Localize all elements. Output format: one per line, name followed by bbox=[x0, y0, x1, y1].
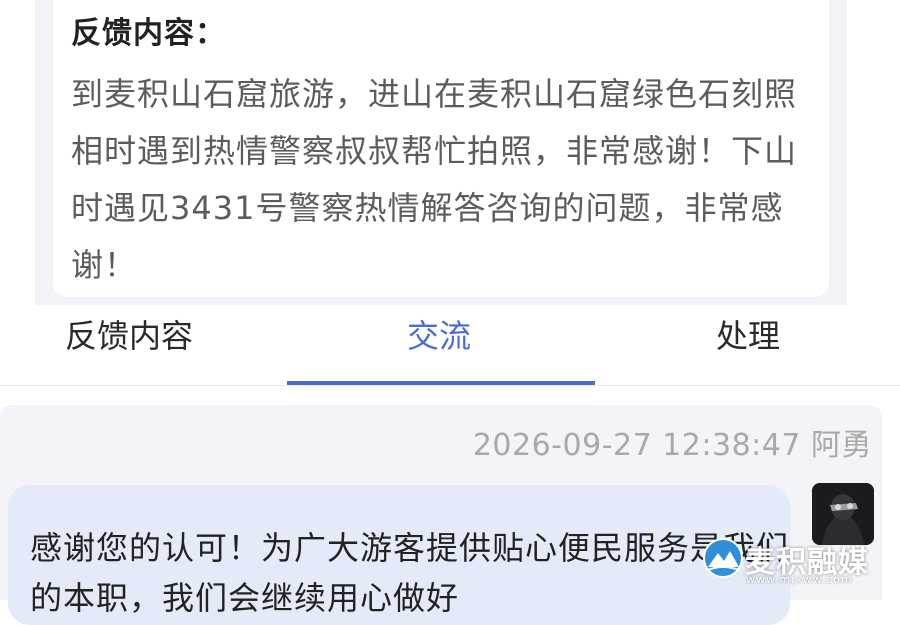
chat-author: 阿勇 bbox=[811, 428, 872, 463]
chat-message-text: 感谢您的认可！为广大游客提供贴心便民服务是我们的本职，我们会继续用心做好 bbox=[30, 529, 790, 617]
feedback-card: 反馈内容： 到麦积山石窟旅游，进山在麦积山石窟绿色石刻照相时遇到热情警察叔叔帮忙… bbox=[53, 0, 829, 297]
watermark-url: www.mjxww.com bbox=[746, 573, 853, 586]
feedback-card-container: 反馈内容： 到麦积山石窟旅游，进山在麦积山石窟绿色石刻照相时遇到热情警察叔叔帮忙… bbox=[35, 0, 847, 305]
chat-meta: 2026-09-27 12:38:47 阿勇 bbox=[473, 420, 872, 464]
tab-feedback-content[interactable]: 反馈内容 bbox=[65, 311, 193, 357]
watermark-logo-icon bbox=[703, 538, 743, 578]
feedback-heading: 反馈内容： bbox=[71, 16, 226, 51]
tab-communication[interactable]: 交流 bbox=[407, 311, 471, 357]
chat-message-bubble: 感谢您的认可！为广大游客提供贴心便民服务是我们的本职，我们会继续用心做好 bbox=[8, 485, 790, 625]
feedback-body: 到麦积山石窟旅游，进山在麦积山石窟绿色石刻照相时遇到热情警察叔叔帮忙拍照，非常感… bbox=[71, 75, 798, 284]
tab-bar: 反馈内容 交流 处理 bbox=[0, 305, 900, 386]
tab-processing[interactable]: 处理 bbox=[716, 311, 780, 357]
active-tab-indicator bbox=[287, 381, 595, 385]
chat-timestamp: 2026-09-27 12:38:47 bbox=[472, 428, 801, 463]
watermark: 麦积融媒 www.mjxww.com bbox=[700, 535, 900, 600]
